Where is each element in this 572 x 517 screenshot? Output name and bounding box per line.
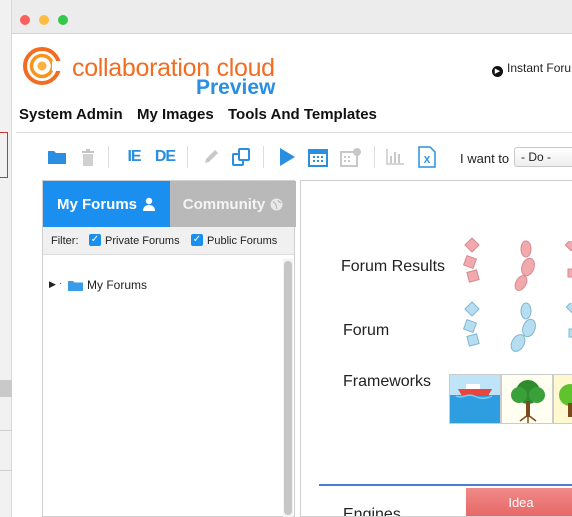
toolbar-divider — [108, 146, 109, 168]
calendar-icon[interactable] — [306, 146, 330, 168]
instant-forum-label: Instant Foru — [507, 61, 572, 75]
tree-item-label: My Forums — [87, 278, 147, 292]
brand-subtitle: Preview — [196, 76, 276, 99]
menu-tools-templates[interactable]: Tools And Templates — [228, 106, 377, 123]
tab-community-label: Community — [182, 195, 266, 213]
framework-image-boat[interactable] — [449, 374, 501, 424]
tab-community[interactable]: Community — [170, 181, 296, 227]
group-calendar-icon[interactable] — [338, 146, 364, 168]
excel-icon[interactable]: X — [416, 146, 438, 168]
background-band — [0, 380, 12, 397]
svg-text:X: X — [424, 155, 431, 166]
filter-bar: Filter: ✓ Private Forums ✓ Public Forums — [43, 227, 294, 255]
folder-icon[interactable] — [45, 146, 69, 168]
framework-image-partial[interactable] — [553, 374, 572, 424]
public-forums-checkbox[interactable]: ✓ — [191, 234, 203, 246]
row-label-forum-results: Forum Results — [341, 258, 446, 275]
app-window: collaboration cloud Preview ▶ Instant For… — [12, 0, 572, 517]
tab-my-forums[interactable]: My Forums — [43, 181, 170, 227]
user-icon — [143, 197, 155, 211]
section-divider — [319, 484, 572, 486]
globe-icon — [270, 198, 283, 210]
zoom-window-button[interactable] — [58, 15, 68, 25]
canvas-panel: Forum Results Forum Frameworks Engines I… — [300, 180, 572, 517]
menu-my-images[interactable]: My Images — [137, 106, 214, 123]
forum-results-diamonds[interactable] — [461, 237, 485, 287]
menu-system-admin[interactable]: System Admin — [19, 106, 123, 123]
background-divider — [0, 430, 12, 431]
row-label-frameworks: Frameworks — [343, 373, 432, 390]
row-label-forum: Forum — [343, 322, 390, 339]
minimize-window-button[interactable] — [39, 15, 49, 25]
toolbar-divider — [374, 146, 375, 168]
de-icon[interactable]: DE — [153, 146, 177, 168]
forum-partial-shapes[interactable] — [565, 303, 572, 343]
close-window-button[interactable] — [20, 15, 30, 25]
forum-browser-panel: My Forums Community Filter: ✓ Private Fo… — [42, 180, 296, 517]
instant-forum-link[interactable]: ▶ Instant Foru — [492, 61, 571, 77]
toolbar-divider — [263, 146, 264, 168]
background-highlight — [0, 132, 8, 178]
forum-results-ovals[interactable] — [511, 239, 541, 295]
trash-icon[interactable] — [78, 146, 98, 168]
forum-diamonds[interactable] — [461, 301, 485, 351]
folder-icon — [68, 281, 83, 291]
i-want-to-label: I want to — [460, 151, 510, 166]
expand-arrow-icon[interactable]: ▶ — [49, 279, 56, 290]
menu-divider — [16, 132, 572, 133]
pencil-icon[interactable] — [201, 146, 221, 168]
framework-image-tree[interactable] — [501, 374, 553, 424]
play-icon[interactable] — [276, 146, 298, 168]
public-forums-label: Public Forums — [207, 235, 278, 247]
filter-label: Filter: — [51, 235, 79, 247]
page: collaboration cloud Preview ▶ Instant For… — [0, 0, 572, 517]
background-window-edge — [0, 0, 12, 517]
tab-my-forums-label: My Forums — [56, 195, 137, 213]
idea-button[interactable]: Idea — [466, 488, 572, 516]
duplicate-icon[interactable] — [229, 146, 253, 168]
toolbar-divider — [187, 146, 188, 168]
title-bar — [12, 0, 572, 34]
main-menu: System Admin My Images Tools And Templat… — [12, 106, 572, 126]
chevron-right-icon: ▶ — [492, 66, 503, 77]
forum-results-partial-shapes[interactable] — [563, 241, 572, 291]
i-want-to-select[interactable]: - Do - — [514, 147, 572, 167]
forum-ovals[interactable] — [507, 301, 541, 357]
tree-connector: · — [59, 278, 63, 289]
private-forums-checkbox[interactable]: ✓ — [89, 234, 101, 246]
bar-chart-icon[interactable] — [384, 146, 406, 168]
row-label-engines: Engines — [343, 506, 401, 517]
logo-icon — [23, 47, 62, 85]
background-divider — [0, 470, 12, 471]
ie-icon[interactable]: IE — [124, 146, 144, 168]
scrollbar-thumb[interactable] — [284, 261, 292, 515]
private-forums-label: Private Forums — [105, 235, 180, 247]
